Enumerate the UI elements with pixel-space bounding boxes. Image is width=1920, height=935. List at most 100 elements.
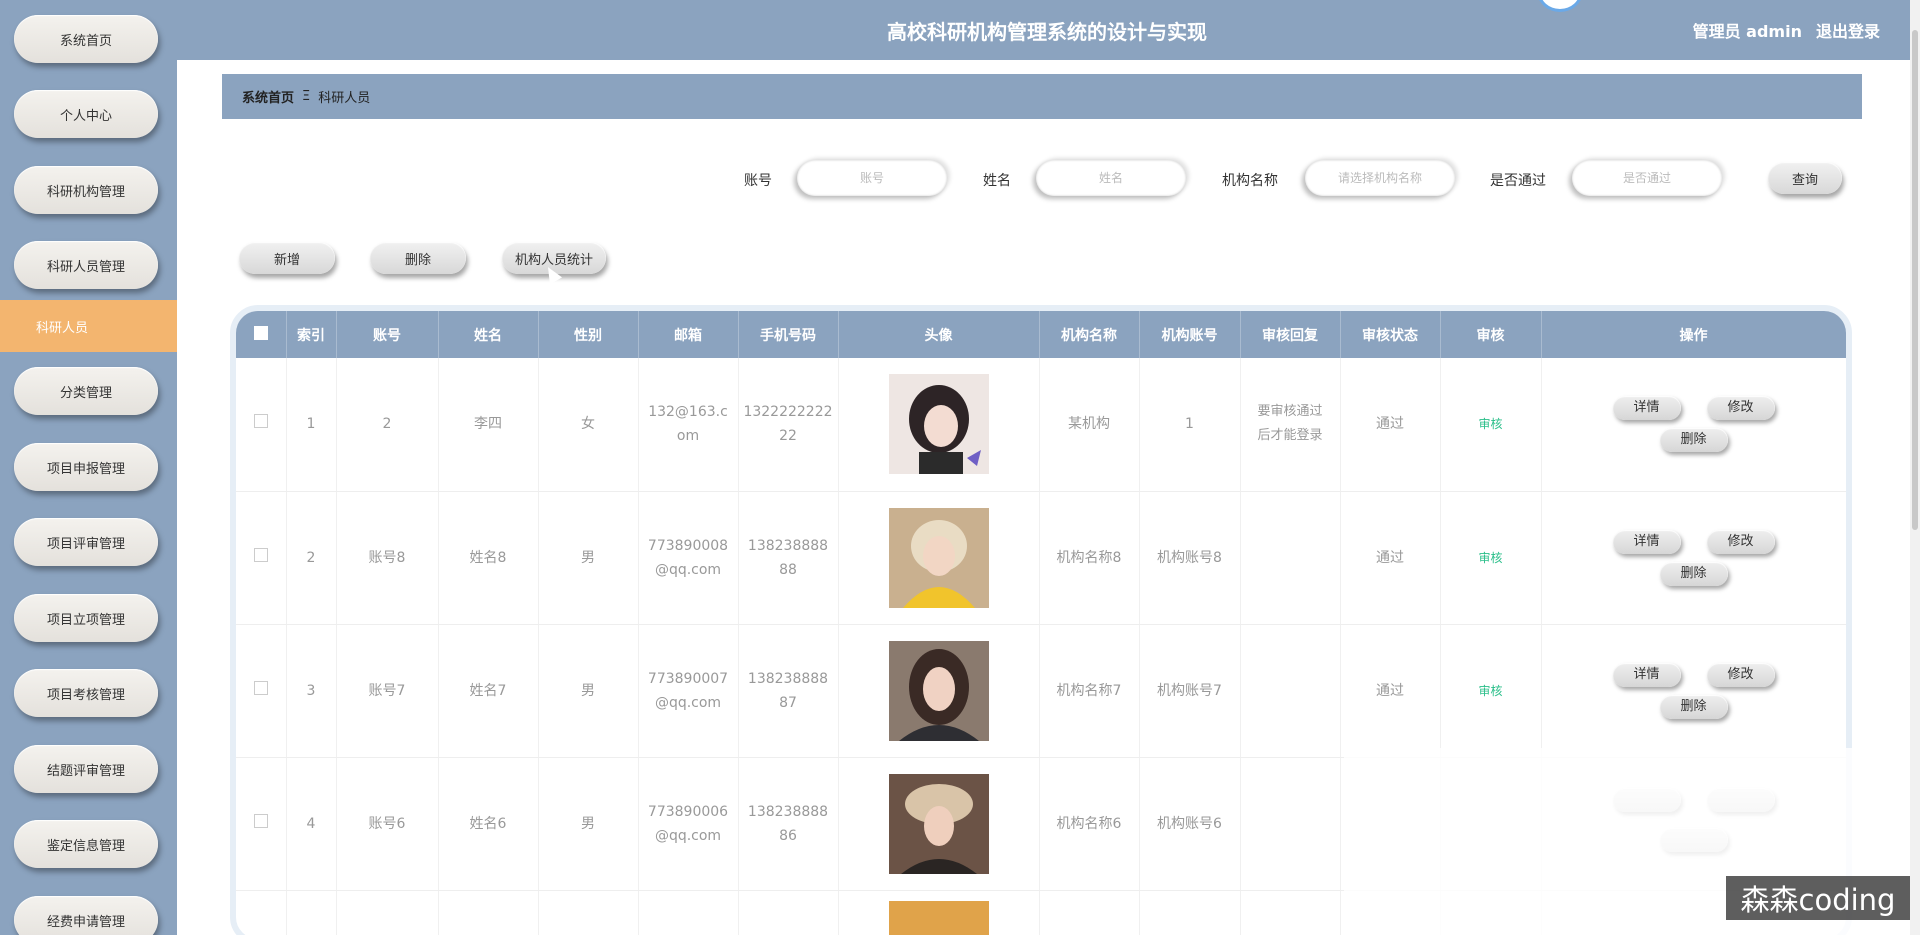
row-checkbox[interactable] <box>253 813 268 828</box>
logo-circle <box>1537 0 1583 12</box>
cell-reply: 要审核通过后才能登录 <box>1240 358 1341 492</box>
sidebar-item-profile[interactable]: 个人中心 <box>14 90 158 138</box>
header-avatar: 头像 <box>838 311 1040 358</box>
cell-org-account: 机构账号6 <box>1139 757 1241 891</box>
audit-link[interactable]: 审核 <box>1478 551 1502 565</box>
header-reply: 审核回复 <box>1240 311 1341 358</box>
cell-org-account: 机构账号7 <box>1139 624 1241 758</box>
header-status: 审核状态 <box>1340 311 1441 358</box>
edit-button[interactable]: 修改 <box>1706 529 1775 554</box>
avatar <box>888 773 989 874</box>
row-delete-button[interactable]: 删除 <box>1659 428 1728 453</box>
sidebar-item-org-management[interactable]: 科研机构管理 <box>14 166 158 214</box>
cell-name: 姓名6 <box>438 757 539 891</box>
top-header: 高校科研机构管理系统的设计与实现 管理员 admin 退出登录 <box>177 0 1920 60</box>
add-button[interactable]: 新增 <box>239 242 335 274</box>
pass-select[interactable] <box>1572 160 1722 196</box>
cell-status: 通过 <box>1340 358 1441 492</box>
cell-reply <box>1240 624 1341 758</box>
header-org: 机构名称 <box>1039 311 1140 358</box>
cell-reply <box>1240 491 1341 625</box>
sidebar-item-category-management[interactable]: 分类管理 <box>14 367 158 415</box>
table-row: 3 账号7 姓名7 男 773890007 @qq.com 138238888 … <box>236 624 1846 758</box>
header-audit: 审核 <box>1440 311 1542 358</box>
scrollbar-thumb[interactable] <box>1912 30 1918 530</box>
cell-org: 某机构 <box>1039 358 1140 492</box>
account-input[interactable] <box>797 160 947 196</box>
cell-email: 773890008 @qq.com <box>638 491 739 625</box>
cell-phone: 138238888 88 <box>738 491 839 625</box>
cell-index: 2 <box>286 491 337 625</box>
cell-status: 通过 <box>1340 491 1441 625</box>
cell-email: 773890007 @qq.com <box>638 624 739 758</box>
cell-reply <box>1240 757 1341 891</box>
cell-index: 4 <box>286 757 337 891</box>
sidebar-subitem-researchers[interactable]: 科研人员 <box>0 300 177 352</box>
cell-email: 132@163.c om <box>638 358 739 492</box>
page-scrollbar[interactable] <box>1910 0 1920 935</box>
header-account: 账号 <box>336 311 439 358</box>
header-index: 索引 <box>286 311 337 358</box>
logout-link[interactable]: 退出登录 <box>1816 18 1880 42</box>
cell-gender: 女 <box>538 358 639 492</box>
row-checkbox[interactable] <box>253 547 268 562</box>
cell-account: 账号6 <box>336 757 439 891</box>
table-row: 1 2 李四 女 132@163.c om 1322222222 22 某机构 … <box>236 358 1846 492</box>
header-gender: 性别 <box>538 311 639 358</box>
row-checkbox[interactable] <box>253 414 268 429</box>
edit-button[interactable]: 修改 <box>1706 396 1775 421</box>
sidebar-item-home[interactable]: 系统首页 <box>14 15 158 63</box>
cell-org-account: 机构账号8 <box>1139 491 1241 625</box>
cell-phone: 1322222222 22 <box>738 358 839 492</box>
sidebar-item-project-assessment[interactable]: 项目考核管理 <box>14 669 158 717</box>
row-checkbox[interactable] <box>253 680 268 695</box>
cell-gender: 男 <box>538 624 639 758</box>
cell-email: 773890006 @qq.com <box>638 757 739 891</box>
row-delete-button[interactable]: 删除 <box>1659 561 1728 586</box>
pass-label: 是否通过 <box>1490 173 1546 189</box>
header-phone: 手机号码 <box>738 311 839 358</box>
header-email: 邮箱 <box>638 311 739 358</box>
cell-account: 2 <box>336 358 439 492</box>
sidebar-item-appraisal[interactable]: 鉴定信息管理 <box>14 820 158 868</box>
breadcrumb-current: 科研人员 <box>318 91 371 106</box>
avatar <box>888 640 989 741</box>
avatar <box>888 374 989 475</box>
page-title: 高校科研机构管理系统的设计与实现 <box>887 20 1207 44</box>
sidebar-item-funding[interactable]: 经费申请管理 <box>14 896 158 935</box>
detail-button[interactable]: 详情 <box>1612 396 1681 421</box>
select-all-checkbox[interactable] <box>253 325 268 340</box>
cell-phone: 138238888 87 <box>738 624 839 758</box>
cell-org: 机构名称8 <box>1039 491 1140 625</box>
org-select[interactable] <box>1305 160 1455 196</box>
audit-link[interactable]: 审核 <box>1478 684 1502 698</box>
cell-index: 1 <box>286 358 337 492</box>
edit-button[interactable]: 修改 <box>1706 662 1775 687</box>
sidebar: 系统首页 个人中心 科研机构管理 科研人员管理 科研人员 分类管理 项目申报管理… <box>0 0 177 935</box>
sidebar-item-project-apply[interactable]: 项目申报管理 <box>14 443 158 491</box>
sidebar-item-final-review[interactable]: 结题评审管理 <box>14 745 158 793</box>
sidebar-item-project-approval[interactable]: 项目立项管理 <box>14 594 158 642</box>
account-label: 账号 <box>744 173 772 189</box>
query-button[interactable]: 查询 <box>1768 162 1842 194</box>
avatar <box>888 507 989 608</box>
name-input[interactable] <box>1036 160 1186 196</box>
delete-button[interactable]: 删除 <box>370 242 466 274</box>
audit-link[interactable]: 审核 <box>1478 417 1502 431</box>
cell-index: 3 <box>286 624 337 758</box>
detail-button[interactable]: 详情 <box>1612 662 1681 687</box>
breadcrumb-separator-icon: Ξ <box>302 89 311 104</box>
cell-org-account: 1 <box>1139 358 1241 492</box>
sidebar-item-researcher-management[interactable]: 科研人员管理 <box>14 241 158 289</box>
sidebar-item-project-review[interactable]: 项目评审管理 <box>14 518 158 566</box>
breadcrumb: 系统首页 Ξ 科研人员 <box>222 74 1862 119</box>
avatar <box>888 900 989 935</box>
cell-gender: 男 <box>538 491 639 625</box>
cell-name: 李四 <box>438 358 539 492</box>
row-delete-button[interactable]: 删除 <box>1659 694 1728 719</box>
cell-name: 姓名8 <box>438 491 539 625</box>
breadcrumb-home[interactable]: 系统首页 <box>242 87 294 106</box>
header-name: 姓名 <box>438 311 539 358</box>
cell-status: 通过 <box>1340 624 1441 758</box>
detail-button[interactable]: 详情 <box>1612 529 1681 554</box>
